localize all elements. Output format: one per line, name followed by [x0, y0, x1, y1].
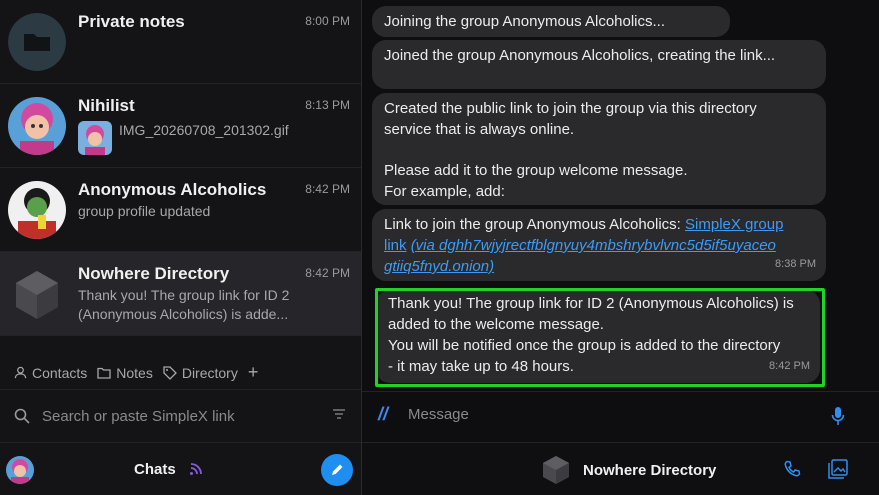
folder-icon [8, 13, 66, 71]
plus-icon: + [247, 362, 259, 382]
filter-label: Notes [116, 364, 153, 381]
chat-header: Nowhere Directory [362, 442, 879, 495]
chat-name: Private notes [78, 12, 185, 31]
bottom-bar: Chats [0, 442, 361, 495]
chat-name: Nihilist [78, 96, 135, 115]
microphone-icon[interactable] [831, 406, 845, 426]
cartoon-avatar [8, 181, 66, 239]
chat-time: 8:42 PM [305, 266, 350, 280]
chat-name: Anonymous Alcoholics [78, 180, 267, 199]
add-filter-button[interactable]: + [248, 362, 259, 383]
highlight-frame [375, 288, 825, 387]
rss-icon[interactable] [189, 462, 203, 476]
chats-tab-label[interactable]: Chats [134, 461, 176, 478]
chat-item-private-notes[interactable]: Private notes 8:00 PM [0, 0, 361, 84]
chat-title[interactable]: Nowhere Directory [583, 462, 716, 479]
filter-notes[interactable]: Notes [97, 365, 153, 381]
chat-time: 8:42 PM [305, 182, 350, 196]
search-input[interactable] [42, 407, 312, 425]
group-link-address-end[interactable]: gtiiq5fnyd.onion) [384, 258, 494, 275]
cube-icon[interactable] [540, 454, 572, 486]
message-time: 8:38 PM [775, 258, 816, 270]
message-text: Please add it to the group welcome messa… [384, 162, 688, 179]
attach-icon[interactable]: // [378, 404, 388, 425]
chat-item-nihilist[interactable]: Nihilist 8:13 PM IMG_20260708_201302.gif [0, 84, 361, 168]
group-link-address[interactable]: (via dghh7wjyjrectfblgnyuy4mbshrybvlvnc5… [411, 237, 776, 254]
message-text: Created the public link to join the grou… [384, 100, 757, 117]
folder-icon [97, 367, 111, 379]
filter-list-icon[interactable] [333, 409, 345, 419]
message-text: Joining the group Anonymous Alcoholics..… [384, 13, 666, 30]
filter-label: Contacts [32, 364, 88, 381]
message-input[interactable] [408, 406, 808, 423]
chat-preview: IMG_20260708_201302.gif [119, 122, 289, 138]
chat-view: Joining the group Anonymous Alcoholics..… [362, 0, 879, 495]
search-bar [0, 391, 361, 441]
chat-filters: Contacts Notes Directory + [0, 356, 361, 390]
link-address: gtiiq5fnyd.onion) [384, 258, 495, 275]
message-text: For example, add: [384, 183, 505, 200]
message-bubble: Created the public link to join the grou… [372, 93, 826, 205]
chat-preview: group profile updated [78, 203, 211, 219]
group-link[interactable]: SimpleX group [685, 216, 783, 233]
gallery-icon[interactable] [828, 459, 848, 479]
search-icon [14, 408, 30, 424]
filter-directory[interactable]: Directory [163, 365, 238, 381]
cube-icon [8, 265, 66, 323]
chat-item-anonymous-alcoholics[interactable]: Anonymous Alcoholics 8:42 PM group profi… [0, 168, 361, 252]
tag-icon [163, 365, 177, 380]
chat-time: 8:13 PM [305, 98, 350, 112]
chat-time: 8:00 PM [305, 14, 350, 28]
message-text: Joined the group Anonymous Alcoholics, c… [384, 47, 776, 64]
chat-name: Nowhere Directory [78, 264, 230, 283]
pencil-icon [332, 464, 343, 475]
cartoon-avatar [8, 97, 66, 155]
chat-preview: Thank you! The group link for ID 2 (Anon… [78, 287, 290, 322]
message-composer: // [362, 391, 879, 441]
message-bubble: Joining the group Anonymous Alcoholics..… [372, 6, 730, 37]
filter-contacts[interactable]: Contacts [14, 365, 87, 381]
group-link[interactable]: link [384, 237, 407, 254]
person-icon [14, 366, 27, 379]
message-bubble: Joined the group Anonymous Alcoholics, c… [372, 40, 826, 89]
link-address: (via dghh7wjyjrectfblgnyuy4mbshrybvlvnc5… [410, 237, 776, 254]
message-bubble: Link to join the group Anonymous Alcohol… [372, 209, 826, 281]
compose-button[interactable] [321, 454, 353, 486]
message-text: service that is always online. [384, 121, 575, 138]
user-avatar[interactable] [6, 456, 34, 484]
phone-icon[interactable] [783, 460, 801, 478]
chat-list-panel: Private notes 8:00 PM Nihilist 8:13 PM I… [0, 0, 361, 495]
chat-list: Private notes 8:00 PM Nihilist 8:13 PM I… [0, 0, 361, 356]
message-text: Link to join the group Anonymous Alcohol… [384, 216, 686, 233]
image-thumbnail [78, 121, 112, 155]
chat-item-nowhere-directory[interactable]: Nowhere Directory 8:42 PM Thank you! The… [0, 252, 361, 336]
filter-label: Directory [181, 364, 238, 381]
